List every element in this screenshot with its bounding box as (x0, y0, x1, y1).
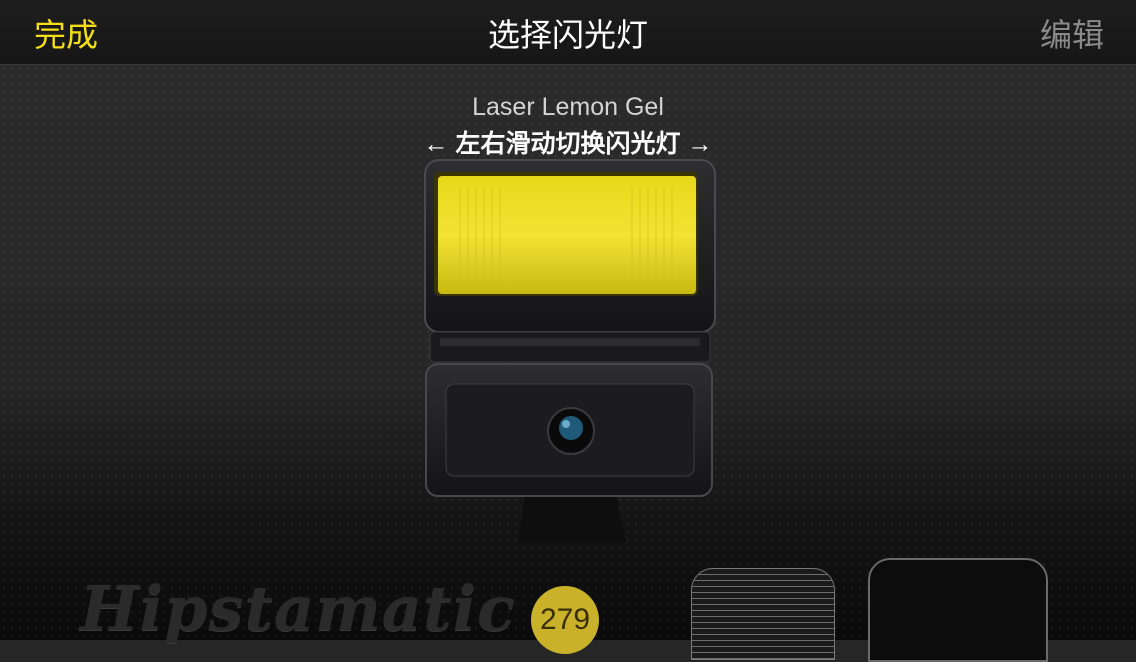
hot-shoe-mount (518, 493, 626, 542)
flash-thumbnail-striped[interactable] (691, 568, 835, 660)
navigation-bar: 完成 选择闪光灯 编辑 (0, 0, 1136, 65)
flash-thumbnail-empty[interactable] (868, 558, 1048, 662)
flash-unit-image[interactable] (420, 158, 720, 542)
flash-unit-illustration (424, 159, 716, 542)
flash-name-label: Laser Lemon Gel (472, 93, 664, 121)
count-badge[interactable]: 279 (531, 586, 599, 654)
hipstamatic-logo: Hipstamatic (80, 572, 516, 645)
edit-button[interactable]: 编辑 (1040, 10, 1104, 56)
page-title: 选择闪光灯 (487, 17, 648, 53)
gel-filter (438, 176, 696, 294)
swipe-hint-label: ← 左右滑动切换闪光灯 → (423, 130, 713, 158)
